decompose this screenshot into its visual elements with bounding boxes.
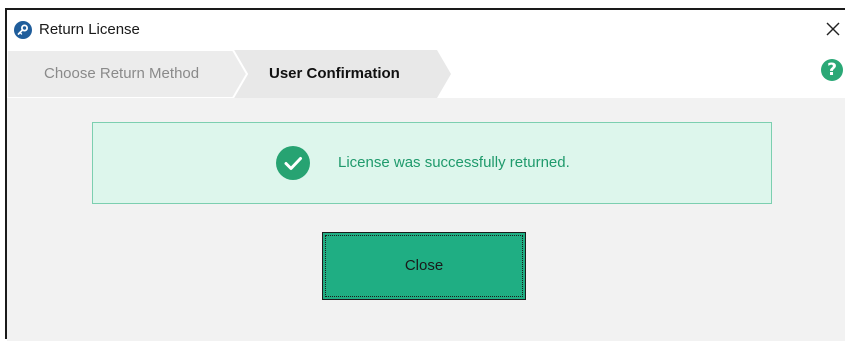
window-title: Return License (39, 21, 140, 38)
return-license-dialog: Return License Choose Return Method User… (5, 8, 845, 341)
question-mark-icon[interactable]: ? (821, 59, 843, 81)
wizard-steps: Choose Return Method User Confirmation ? (7, 50, 845, 98)
step-user-confirmation: User Confirmation (269, 65, 400, 82)
success-message-text: License was successfully returned. (338, 154, 570, 171)
close-button[interactable]: Close (322, 232, 526, 300)
close-button-label: Close (404, 257, 444, 274)
key-icon (14, 21, 32, 39)
checkmark-icon (276, 146, 310, 180)
dialog-content: License was successfully returned. Close (7, 98, 845, 341)
title-bar: Return License (7, 10, 845, 48)
success-message-box: License was successfully returned. (92, 122, 772, 204)
close-icon[interactable] (823, 19, 843, 39)
step-choose-return-method[interactable]: Choose Return Method (44, 65, 199, 83)
